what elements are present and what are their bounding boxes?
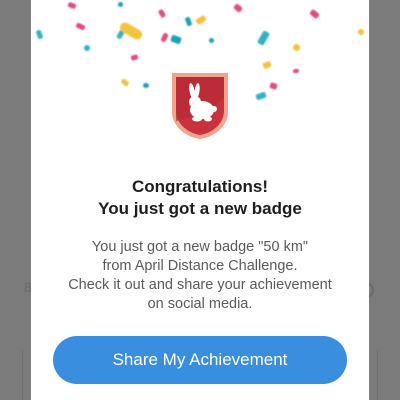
message-line: Check it out and share your achievement — [68, 277, 332, 293]
message-line: on social media. — [147, 296, 253, 312]
message-line: from April Distance Challenge. — [102, 258, 298, 274]
dialog-title: Congratulations! You just got a new badg… — [31, 176, 369, 220]
close-icon — [356, 0, 378, 2]
dialog-message: You just got a new badge "50 km" from Ap… — [31, 238, 369, 314]
message-line: You just got a new badge "50 km" — [91, 239, 309, 255]
title-line: Congratulations! — [132, 177, 268, 196]
title-line: You just got a new badge — [98, 199, 302, 218]
share-achievement-button[interactable]: Share My Achievement — [53, 336, 347, 384]
close-button[interactable] — [356, 0, 378, 2]
rabbit-badge-icon — [172, 73, 228, 139]
